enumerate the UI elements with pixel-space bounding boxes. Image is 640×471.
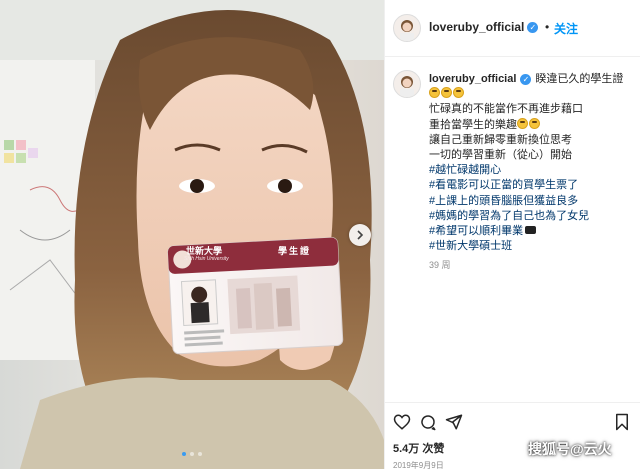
post-caption: loveruby_official ✓ 睽違已久的學生證 忙碌真的不能當作不再進步藉… [429, 72, 634, 254]
header-username-text[interactable]: loveruby_official [429, 20, 524, 34]
bookmark-icon[interactable] [613, 413, 631, 431]
nerd-emoji-icon [529, 117, 540, 129]
caption-username[interactable]: loveruby_official [429, 73, 516, 85]
grin-emoji-icon [429, 87, 440, 99]
likes-count[interactable]: 5.4万 次赞 [393, 440, 444, 456]
heart-icon[interactable] [393, 413, 411, 431]
post-time-ago[interactable]: 39 周 [429, 258, 451, 271]
hashtag-link[interactable]: #上課上的頭昏腦脹但獲益良多 [429, 194, 634, 209]
graduation-cap-icon [525, 226, 537, 235]
grin-emoji-icon [453, 87, 464, 99]
chevron-right-icon [357, 230, 364, 240]
caption-line: 讓自己重新歸零重新換位思考 [429, 133, 572, 146]
carousel-next-button[interactable] [349, 224, 371, 246]
caption-first-line: loveruby_official ✓ 睽違已久的學生證 [429, 72, 634, 87]
verified-icon: ✓ [520, 73, 532, 85]
hashtag-link[interactable]: #媽媽的學習為了自己也為了女兒 [429, 209, 634, 224]
verified-icon: ✓ [527, 22, 539, 34]
post-date: 2019年9月9日 [393, 461, 444, 470]
carousel-dots [0, 452, 384, 456]
post-header: loveruby_official ✓ • 关注 [385, 0, 640, 57]
carousel-dot [190, 452, 194, 456]
share-icon[interactable] [445, 413, 463, 431]
header-username[interactable]: loveruby_official ✓ [429, 20, 539, 34]
carousel-dot-active [182, 452, 186, 456]
avatar-image [400, 20, 414, 41]
card-school-name-en: Shih Hsin University [184, 256, 229, 262]
caption-line-with-emoji: 重拾當學生的樂趣 [429, 117, 634, 133]
caption-line: 重拾當學生的樂趣 [429, 118, 517, 131]
caption-emoji-row [429, 87, 634, 102]
watermark: 搜狐号@云火 [528, 441, 612, 457]
carousel-dot [198, 452, 202, 456]
caption-line: 忙碌真的不能當作不再進步藉口 [429, 103, 583, 116]
photo-illustration [0, 0, 384, 469]
action-bar: 5.4万 次赞 2019年9月9日 [385, 402, 640, 470]
card-title: 學生證 [278, 246, 312, 256]
caption-line: 一切的學習重新（從心）開始 [429, 149, 572, 162]
post-photo[interactable]: 世新大學 Shih Hsin University 學生證 [0, 0, 384, 469]
hashtag-link[interactable]: #希望可以順利畢業 [429, 225, 523, 237]
caption-avatar[interactable] [393, 70, 421, 98]
avatar-image [400, 76, 414, 97]
hashtag-link[interactable]: #世新大學碩士班 [429, 239, 634, 254]
header-separator: • [545, 20, 550, 34]
hashtag-line-with-emoji: #希望可以順利畢業 [429, 224, 634, 239]
hashtag-link[interactable]: #看電影可以正當的買學生票了 [429, 178, 634, 193]
grin-emoji-icon [441, 87, 452, 99]
caption-lead: 睽違已久的學生證 [535, 73, 624, 85]
post-panel: loveruby_official ✓ • 关注 loveruby_officia… [384, 0, 640, 470]
follow-button[interactable]: 关注 [554, 20, 578, 37]
avatar[interactable] [393, 14, 421, 42]
nerd-emoji-icon [517, 117, 528, 129]
comment-icon[interactable] [419, 413, 437, 431]
hashtag-link[interactable]: #越忙碌越開心 [429, 163, 634, 178]
